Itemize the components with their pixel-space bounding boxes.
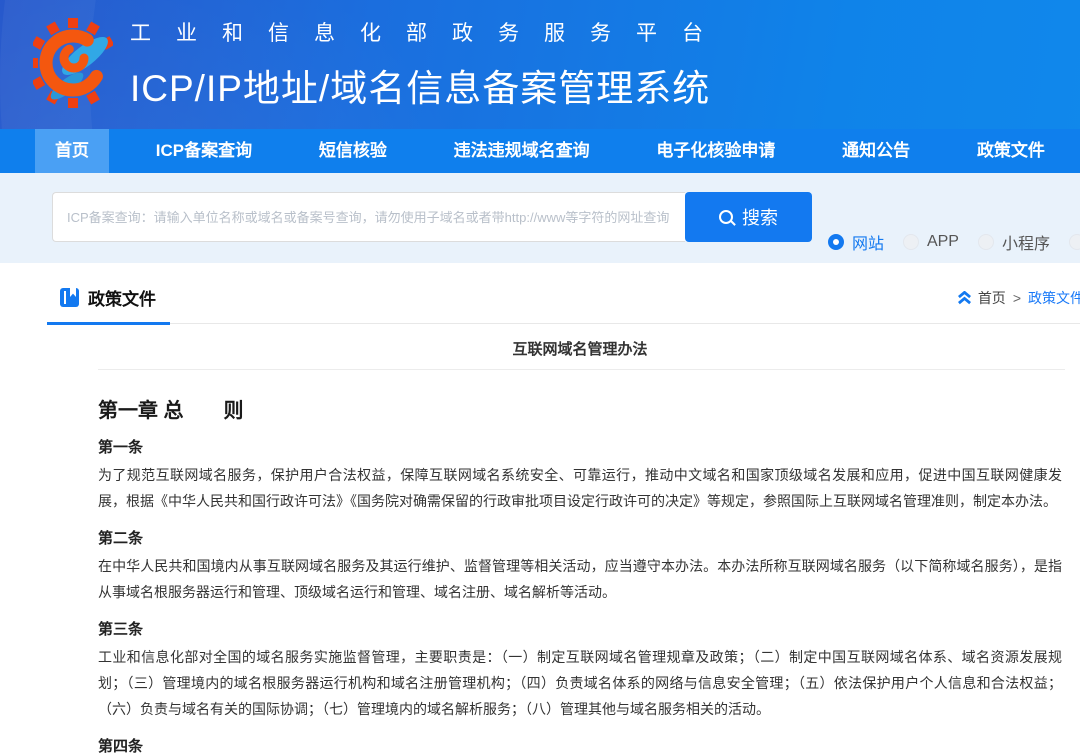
document-body: 第一章 总 则 第一条 为了规范互联网域名服务，保护用户合法权益，保障互联网域名…	[98, 394, 1062, 753]
radio-label: APP	[927, 233, 959, 251]
article-2-text: 在中华人民共和国境内从事互联网域名服务及其运行维护、监督管理等相关活动，应当遵守…	[98, 553, 1062, 605]
search-type-group: 网站 APP 小程序 快应用	[828, 230, 1080, 254]
nav-item-sms-verify[interactable]: 短信核验	[299, 129, 407, 173]
document-title: 互联网域名管理办法	[0, 338, 1080, 359]
search-button-label: 搜索	[742, 204, 778, 230]
search-section: 搜索 网站 APP 小程序 快应用	[0, 173, 1080, 263]
nav-item-e-verify-apply[interactable]: 电子化核验申请	[636, 129, 795, 173]
miit-gear-e-logo-icon[interactable]	[33, 10, 113, 121]
radio-label: 小程序	[1002, 230, 1050, 254]
radio-unselected-icon	[1069, 234, 1080, 250]
header-banner: 工业和信息化部政务服务平台 ICP/IP地址/域名信息备案管理系统	[0, 0, 1080, 129]
nav-item-illegal-domain-query[interactable]: 违法违规域名查询	[434, 129, 610, 173]
content-area: 政策文件 首页 > 政策文件 互联网域名管理办法 第一章 总 则 第一条 为了规…	[0, 285, 1080, 753]
radio-option-website[interactable]: 网站	[828, 230, 884, 254]
platform-name: 工业和信息化部政务服务平台	[130, 17, 728, 47]
radio-option-app[interactable]: APP	[903, 233, 959, 251]
radio-option-quickapp[interactable]: 快应用	[1069, 230, 1080, 254]
home-icon	[957, 291, 972, 305]
icp-search-input[interactable]	[52, 192, 685, 242]
book-icon	[60, 288, 79, 307]
policy-section-bar: 政策文件 首页 > 政策文件	[47, 285, 1080, 324]
breadcrumb-separator: >	[1013, 290, 1021, 306]
nav-item-icp-query[interactable]: ICP备案查询	[136, 129, 272, 173]
breadcrumb: 首页 > 政策文件	[957, 288, 1080, 310]
article-1-text: 为了规范互联网域名服务，保护用户合法权益，保障互联网域名系统安全、可靠运行，推动…	[98, 462, 1062, 514]
radio-unselected-icon	[978, 234, 994, 250]
article-2-label: 第二条	[98, 527, 1062, 548]
radio-label: 网站	[852, 230, 884, 254]
radio-selected-icon	[828, 234, 844, 250]
article-3-label: 第三条	[98, 618, 1062, 639]
radio-unselected-icon	[903, 234, 919, 250]
nav-item-notices[interactable]: 通知公告	[822, 129, 930, 173]
section-title: 政策文件	[88, 285, 156, 310]
nav-item-policy-files[interactable]: 政策文件	[957, 129, 1065, 173]
title-divider	[98, 369, 1065, 370]
nav-item-home[interactable]: 首页	[35, 129, 109, 173]
article-1-label: 第一条	[98, 436, 1062, 457]
breadcrumb-current: 政策文件	[1028, 288, 1080, 308]
main-nav: 首页 ICP备案查询 短信核验 违法违规域名查询 电子化核验申请 通知公告 政策…	[0, 129, 1080, 173]
system-title: ICP/IP地址/域名信息备案管理系统	[130, 58, 728, 112]
chapter-title: 第一章 总 则	[98, 394, 1062, 423]
article-4-label: 第四条	[98, 735, 1062, 753]
search-icon	[719, 210, 733, 224]
search-button[interactable]: 搜索	[685, 192, 812, 242]
radio-option-miniprogram[interactable]: 小程序	[978, 230, 1050, 254]
breadcrumb-home-link[interactable]: 首页	[978, 288, 1006, 308]
article-3-text: 工业和信息化部对全国的域名服务实施监督管理，主要职责是：（一）制定互联网域名管理…	[98, 644, 1062, 722]
